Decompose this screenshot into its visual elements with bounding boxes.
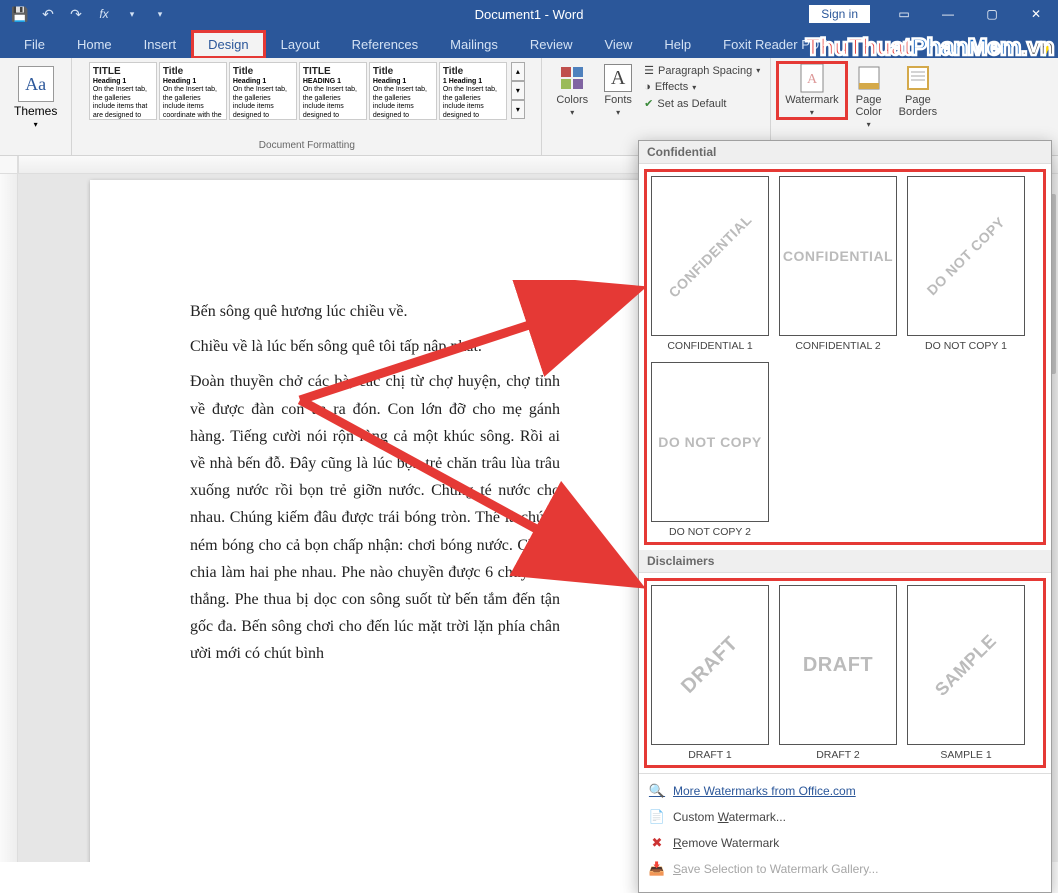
remove-watermark-button[interactable]: ✖ Remove Watermark [639,830,1051,856]
section-confidential-title: Confidential [639,141,1051,164]
tab-insert[interactable]: Insert [128,31,193,58]
redo-icon[interactable]: ↷ [64,2,88,26]
paragraph-2: Chiều về là lúc bến sông quê tôi tấp nập… [190,333,560,360]
tab-design[interactable]: Design [192,31,264,58]
tab-help[interactable]: Help [648,31,707,58]
remove-watermark-icon: ✖ [649,835,665,851]
fonts-button[interactable]: A Fonts▾ [596,62,640,119]
window-controls: Sign in ▭ — ▢ ✕ [809,0,1058,28]
ribbon-group-document-formatting: TITLEHeading 1On the Insert tab, the gal… [72,58,542,155]
disclaimers-grid: DRAFT DRAFT 1 DRAFT DRAFT 2 SAMPLE SAMPL… [643,577,1047,769]
tab-layout[interactable]: Layout [265,31,336,58]
page-color-button[interactable]: Page Color▾ [847,62,891,131]
gallery-up-icon[interactable]: ▴ [511,62,525,81]
tab-references[interactable]: References [336,31,434,58]
style-thumb-0[interactable]: TITLEHeading 1On the Insert tab, the gal… [89,62,157,120]
watermark-confidential-1[interactable]: CONFIDENTIAL CONFIDENTIAL 1 [651,176,769,352]
document-formatting-label: Document Formatting [259,140,355,151]
effects-icon: ◑ [644,81,651,93]
watermark-menu: 🔍 More Watermarks from Office.com 📄 Cust… [639,773,1051,886]
style-thumb-5[interactable]: Title1 Heading 1On the Insert tab, the g… [439,62,507,120]
confidential-grid: CONFIDENTIAL CONFIDENTIAL 1 CONFIDENTIAL… [643,168,1047,546]
page-borders-button[interactable]: Page Borders [891,62,946,120]
watermark-sample-1[interactable]: SAMPLE SAMPLE 1 [907,585,1025,761]
qat-customize-icon[interactable]: ▾ [148,2,172,26]
save-icon[interactable]: 💾 [8,2,32,26]
undo-icon[interactable]: ↶ [36,2,60,26]
paragraph-spacing-icon: ☰ [644,64,654,77]
tab-view[interactable]: View [588,31,648,58]
fonts-icon: A [604,64,632,92]
style-thumb-2[interactable]: TitleHeading 1On the Insert tab, the gal… [229,62,297,120]
colors-button[interactable]: Colors▾ [548,62,596,119]
window-title: Document1 - Word [475,7,584,22]
ribbon-group-themes: Aa Themes ▾ [0,58,72,155]
watermark-button[interactable]: A Watermark▾ [777,62,846,119]
gallery-more-icon[interactable]: ▾ [511,100,525,119]
more-watermarks-link[interactable]: 🔍 More Watermarks from Office.com [639,778,1051,804]
svg-text:A: A [807,72,818,87]
tab-home[interactable]: Home [61,31,128,58]
style-gallery-nav: ▴ ▾ ▾ [511,62,525,140]
watermark-icon: A [798,64,826,92]
style-thumb-4[interactable]: TitleHeading 1On the Insert tab, the gal… [369,62,437,120]
maximize-button[interactable]: ▢ [970,0,1014,28]
ribbon-display-icon[interactable]: ▭ [882,0,926,28]
style-thumb-1[interactable]: TitleHeading 1On the Insert tab, the gal… [159,62,227,120]
section-disclaimers-title: Disclaimers [639,550,1051,573]
save-selection-watermark-button: 📥 Save Selection to Watermark Gallery... [639,856,1051,882]
watermark-gallery-panel: Confidential CONFIDENTIAL CONFIDENTIAL 1… [638,140,1052,893]
page[interactable]: Bến sông quê hương lúc chiều về. Chiều v… [90,180,650,862]
set-default-button[interactable]: ✔Set as Default [644,97,760,110]
checkmark-icon: ✔ [644,97,653,110]
tab-file[interactable]: File [8,31,61,58]
watermark-do-not-copy-1[interactable]: DO NOT COPY DO NOT COPY 1 [907,176,1025,352]
watermark-draft-1[interactable]: DRAFT DRAFT 1 [651,585,769,761]
titlebar: 💾 ↶ ↷ fx ▾ ▾ Document1 - Word Sign in ▭ … [0,0,1058,28]
tab-foxit[interactable]: Foxit Reader PDF [707,31,843,58]
style-gallery[interactable]: TITLEHeading 1On the Insert tab, the gal… [89,62,525,140]
themes-icon: Aa [18,66,54,102]
gallery-down-icon[interactable]: ▾ [511,81,525,100]
watermark-draft-2[interactable]: DRAFT DRAFT 2 [779,585,897,761]
ribbon-tabs: File Home Insert Design Layout Reference… [0,28,1058,58]
page-color-icon [855,64,883,92]
style-thumb-3[interactable]: TITLEHEADING 1On the Insert tab, the gal… [299,62,367,120]
themes-dropdown-icon: ▾ [34,120,38,129]
effects-button[interactable]: ◑Effects▾ [644,81,760,93]
custom-watermark-icon: 📄 [649,809,665,825]
page-borders-icon [904,64,932,92]
fx-label: fx [92,2,116,26]
minimize-button[interactable]: — [926,0,970,28]
paragraph-3: Đoàn thuyền chở các bà, các chị từ chợ h… [190,368,560,667]
themes-button[interactable]: Aa Themes ▾ [6,62,65,133]
tell-me[interactable]: 💡 [1037,44,1058,58]
colors-icon [558,64,586,92]
tab-mailings[interactable]: Mailings [434,31,514,58]
search-icon: 🔍 [649,783,665,799]
watermark-confidential-2[interactable]: CONFIDENTIAL CONFIDENTIAL 2 [779,176,897,352]
formatting-options: ☰Paragraph Spacing▾ ◑Effects▾ ✔Set as De… [640,62,764,112]
quick-access-toolbar: 💾 ↶ ↷ fx ▾ ▾ [0,2,172,26]
fx-dropdown-icon[interactable]: ▾ [120,2,144,26]
sign-in-button[interactable]: Sign in [809,5,870,23]
themes-label: Themes [14,104,57,118]
watermark-do-not-copy-2[interactable]: DO NOT COPY DO NOT COPY 2 [651,362,769,538]
vertical-ruler[interactable] [0,174,18,862]
paragraph-spacing-button[interactable]: ☰Paragraph Spacing▾ [644,64,760,77]
paragraph-1: Bến sông quê hương lúc chiều về. [190,298,560,325]
save-selection-icon: 📥 [649,861,665,877]
custom-watermark-button[interactable]: 📄 Custom Watermark... [639,804,1051,830]
close-button[interactable]: ✕ [1014,0,1058,28]
tab-review[interactable]: Review [514,31,589,58]
